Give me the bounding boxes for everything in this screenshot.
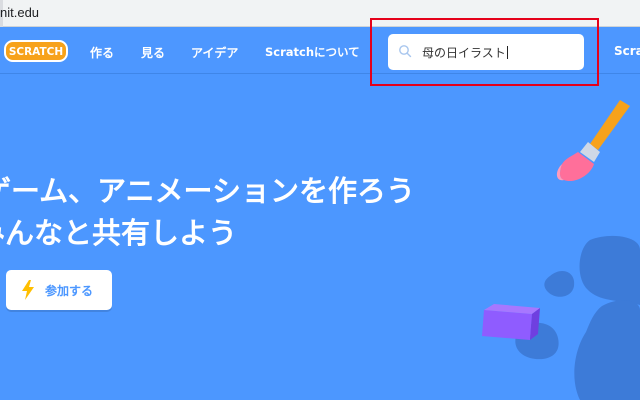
nav-scratch-link[interactable]: Scratc — [614, 44, 640, 58]
highlight-box — [370, 18, 599, 86]
nav-explore-link[interactable]: 見る — [141, 44, 165, 61]
nav-ideas-link[interactable]: アイデア — [191, 44, 238, 61]
paint-brush-icon — [556, 100, 630, 182]
nav-create-link[interactable]: 作る — [90, 44, 114, 61]
blob-shape — [574, 300, 640, 400]
nav-about-link[interactable]: Scratchについて — [265, 44, 360, 60]
blob-shape — [544, 271, 575, 297]
lightning-bolt-icon — [22, 280, 34, 300]
blob-shape — [579, 235, 640, 305]
hero-heading: ゲーム、アニメーションを作ろう みんなと共有しよう — [0, 170, 415, 254]
hero-line-1: ゲーム、アニメーションを作ろう — [0, 174, 415, 208]
scratch-logo[interactable]: SCRATCH — [4, 40, 68, 62]
url-text[interactable]: nit.edu — [0, 5, 39, 20]
join-button[interactable]: 参加する — [6, 270, 112, 310]
join-button-label: 参加する — [45, 284, 94, 298]
decorative-shapes — [482, 100, 640, 400]
hero-line-2: みんなと共有しよう — [0, 216, 238, 250]
logo-text: SCRATCH — [9, 46, 63, 58]
code-block-icon — [482, 304, 540, 340]
